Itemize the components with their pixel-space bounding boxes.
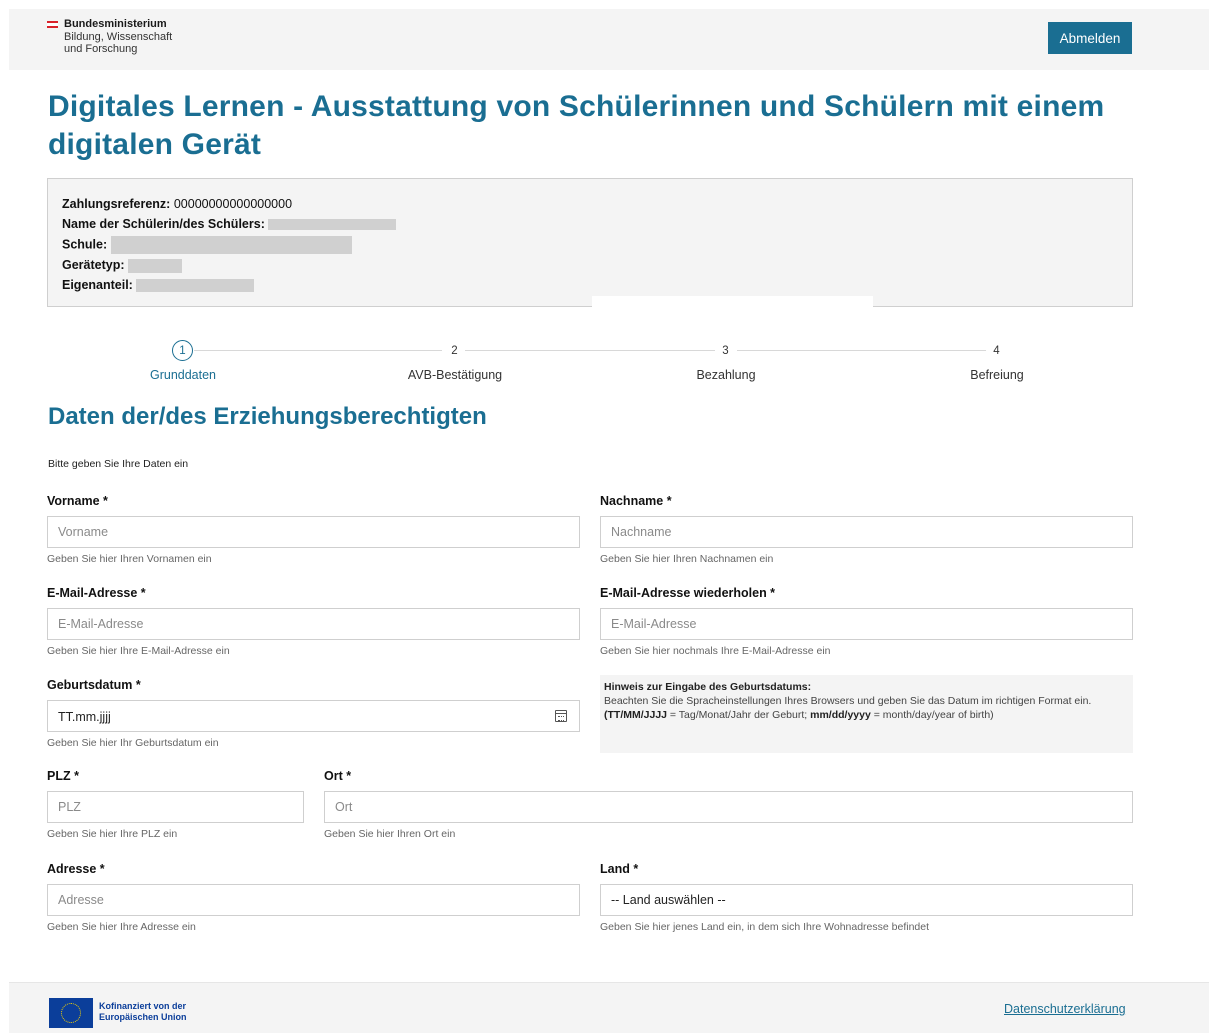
device-type-label: Gerätetyp: <box>62 258 125 272</box>
site-header: Bundesministerium Bildung, Wissenschaft … <box>9 9 1209 70</box>
country-help: Geben Sie hier jenes Land ein, in dem si… <box>600 921 930 933</box>
school-row: Schule: <box>62 236 352 254</box>
email-label: E-Mail-Adresse * <box>47 586 146 600</box>
address-input[interactable] <box>47 884 580 916</box>
privacy-policy-link[interactable]: Datenschutzerklärung <box>1004 1002 1126 1016</box>
form-intro: Bitte geben Sie Ihre Daten ein <box>48 458 189 470</box>
zip-input[interactable] <box>47 791 304 823</box>
page-title: Digitales Lernen - Ausstattung von Schül… <box>48 90 1105 161</box>
section-title: Daten der/des Erziehungsberechtigten <box>48 403 487 430</box>
hint-body: Beachten Sie die Spracheinstellungen Ihr… <box>604 695 1092 707</box>
hint-format-en: mm/dd/yyyy <box>810 709 871 721</box>
progress-stepper: 1 2 3 4 Grunddaten AVB-Bestätigung Bezah… <box>47 340 1133 385</box>
hint-title: Hinweis zur Eingabe des Geburtsdatums: <box>604 681 812 693</box>
redacted-school <box>110 236 352 254</box>
own-share-row: Eigenanteil: <box>62 278 255 293</box>
step-connector <box>194 350 442 351</box>
country-select[interactable]: -- Land auswählen -- <box>600 884 1133 916</box>
step-4-label[interactable]: Befreiung <box>970 368 1024 382</box>
firstname-label: Vorname * <box>47 494 108 508</box>
step-2-indicator[interactable]: 2 <box>444 340 465 361</box>
payment-reference-value: 00000000000000000 <box>173 197 293 211</box>
zip-label: PLZ * <box>47 769 79 783</box>
eu-flag-icon <box>49 998 93 1028</box>
birthdate-help: Geben Sie hier Ihr Geburtsdatum ein <box>47 737 219 749</box>
calendar-icon[interactable] <box>555 710 567 722</box>
ministry-name-line1: Bundesministerium <box>64 18 167 30</box>
redaction-patch <box>592 296 873 307</box>
hint-format-de: (TT/MM/JJJJ <box>604 709 668 721</box>
step-2-label[interactable]: AVB-Bestätigung <box>408 368 502 382</box>
austria-flag-icon <box>47 21 58 28</box>
city-help: Geben Sie hier Ihren Ort ein <box>324 828 456 840</box>
step-1-indicator[interactable]: 1 <box>172 340 193 361</box>
country-selected-value: -- Land auswählen -- <box>611 893 726 907</box>
step-1-label[interactable]: Grunddaten <box>150 368 216 382</box>
eu-cofunding-text: Kofinanziert von der Europäischen Union <box>99 1001 187 1022</box>
email-help: Geben Sie hier Ihre E-Mail-Adresse ein <box>47 645 230 657</box>
step-connector <box>465 350 715 351</box>
hint-format-de-desc: = Tag/Monat/Jahr der Geburt; <box>667 709 811 721</box>
hint-format-en-desc: = month/day/year of birth) <box>870 709 994 721</box>
email-repeat-input[interactable] <box>600 608 1133 640</box>
step-3-label[interactable]: Bezahlung <box>696 368 755 382</box>
country-label: Land * <box>600 862 639 876</box>
redacted-own-share <box>136 279 255 293</box>
address-label: Adresse * <box>47 862 105 876</box>
birthdate-label: Geburtsdatum * <box>47 678 141 692</box>
ministry-name-line2: Bildung, Wissenschaft <box>64 30 173 43</box>
device-type-row: Gerätetyp: <box>62 258 183 273</box>
payment-reference-row: Zahlungsreferenz: 00000000000000000 <box>62 197 292 211</box>
student-name-label: Name der Schülerin/des Schülers: <box>62 217 265 231</box>
ministry-name-line3: und Forschung <box>64 43 138 55</box>
lastname-label: Nachname * <box>600 494 672 508</box>
city-input[interactable] <box>324 791 1133 823</box>
firstname-help: Geben Sie hier Ihren Vornamen ein <box>47 553 212 565</box>
lastname-input[interactable] <box>600 516 1133 548</box>
ministry-logo[interactable]: Bundesministerium Bildung, Wissenschaft … <box>47 18 172 56</box>
order-summary-box: Zahlungsreferenz: 00000000000000000 Name… <box>47 178 1133 307</box>
address-help: Geben Sie hier Ihre Adresse ein <box>47 921 196 933</box>
eu-text-line2: Europäischen Union <box>99 1011 187 1022</box>
birthdate-hint-box: Hinweis zur Eingabe des Geburtsdatums: B… <box>600 675 1133 753</box>
hint-formats: (TT/MM/JJJJ = Tag/Monat/Jahr der Geburt;… <box>604 708 1129 722</box>
school-label: Schule: <box>62 237 108 252</box>
email-input[interactable] <box>47 608 580 640</box>
student-name-row: Name der Schülerin/des Schülers: <box>62 217 397 231</box>
city-label: Ort * <box>324 769 352 783</box>
email-repeat-label: E-Mail-Adresse wiederholen * <box>600 586 776 600</box>
redacted-device-type <box>128 258 183 273</box>
payment-reference-label: Zahlungsreferenz: <box>62 197 171 211</box>
email-repeat-help: Geben Sie hier nochmals Ihre E-Mail-Adre… <box>600 645 831 657</box>
own-share-label: Eigenanteil: <box>62 278 133 292</box>
zip-help: Geben Sie hier Ihre PLZ ein <box>47 828 178 840</box>
step-4-indicator[interactable]: 4 <box>986 340 1007 361</box>
birthdate-value: TT.mm.jjjj <box>58 710 111 724</box>
birthdate-input[interactable]: TT.mm.jjjj <box>47 700 580 732</box>
firstname-input[interactable] <box>47 516 580 548</box>
lastname-help: Geben Sie hier Ihren Nachnamen ein <box>600 553 774 565</box>
site-footer: Kofinanziert von der Europäischen Union … <box>9 982 1209 1033</box>
redacted-student-name <box>268 219 397 231</box>
eu-text-line1: Kofinanziert von der <box>99 1001 187 1011</box>
logout-button[interactable]: Abmelden <box>1048 22 1132 54</box>
step-3-indicator[interactable]: 3 <box>715 340 736 361</box>
step-connector <box>737 350 987 351</box>
